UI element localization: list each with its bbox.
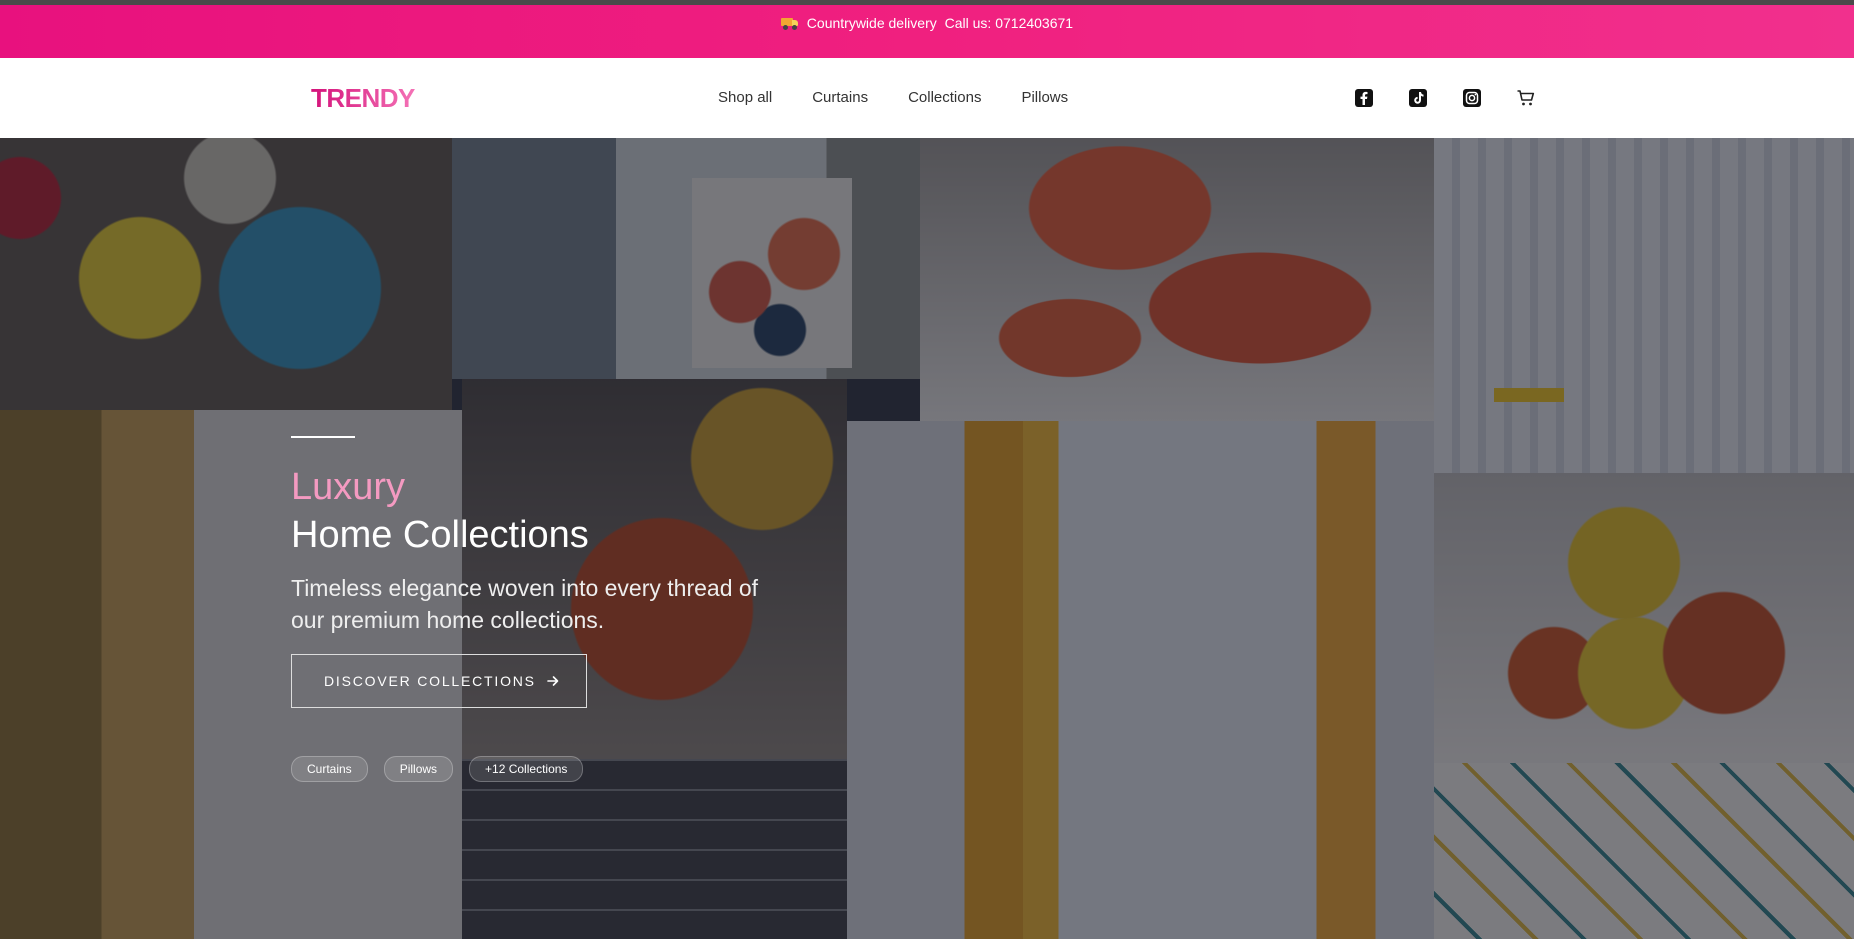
nav-shop-all[interactable]: Shop all [718, 89, 772, 106]
discover-collections-button[interactable]: DISCOVER COLLECTIONS [291, 654, 587, 708]
tag-pillows[interactable]: Pillows [383, 756, 454, 782]
site-header: TRENDY Shop all Curtains Collections Pil… [0, 58, 1854, 138]
nav-pillows[interactable]: Pillows [1021, 89, 1068, 106]
cart-icon[interactable] [1516, 88, 1536, 108]
instagram-icon[interactable] [1462, 88, 1482, 108]
hero-tags: Curtains Pillows +12 Collections [291, 756, 791, 782]
call-us-text[interactable]: Call us: 0712403671 [945, 15, 1073, 31]
hero-divider [291, 436, 355, 438]
delivery-truck-icon [780, 18, 799, 30]
nav-collections[interactable]: Collections [908, 89, 981, 106]
hero-title-accent: Luxury [291, 466, 406, 508]
facebook-icon[interactable] [1354, 88, 1374, 108]
hero-dark-overlay [0, 138, 1854, 939]
tiktok-icon[interactable] [1408, 88, 1428, 108]
tag-curtains[interactable]: Curtains [291, 756, 368, 782]
tag-more-collections[interactable]: +12 Collections [469, 756, 584, 782]
hero-content: Luxury Home Collections Timeless eleganc… [291, 436, 791, 782]
hero-subtitle: Timeless elegance woven into every threa… [291, 575, 759, 633]
hero-section: Luxury Home Collections Timeless eleganc… [0, 138, 1854, 939]
cta-label: DISCOVER COLLECTIONS [324, 673, 536, 689]
header-icons [1354, 88, 1536, 108]
hero-title: Home Collections [291, 514, 589, 556]
promo-bar: Countrywide delivery Call us: 0712403671 [0, 5, 1854, 58]
delivery-text: Countrywide delivery [806, 15, 937, 31]
main-nav: Shop all Curtains Collections Pillows [718, 89, 1068, 106]
nav-curtains[interactable]: Curtains [812, 89, 868, 106]
arrow-right-icon [547, 676, 559, 686]
site-logo[interactable]: TRENDY [311, 83, 415, 114]
